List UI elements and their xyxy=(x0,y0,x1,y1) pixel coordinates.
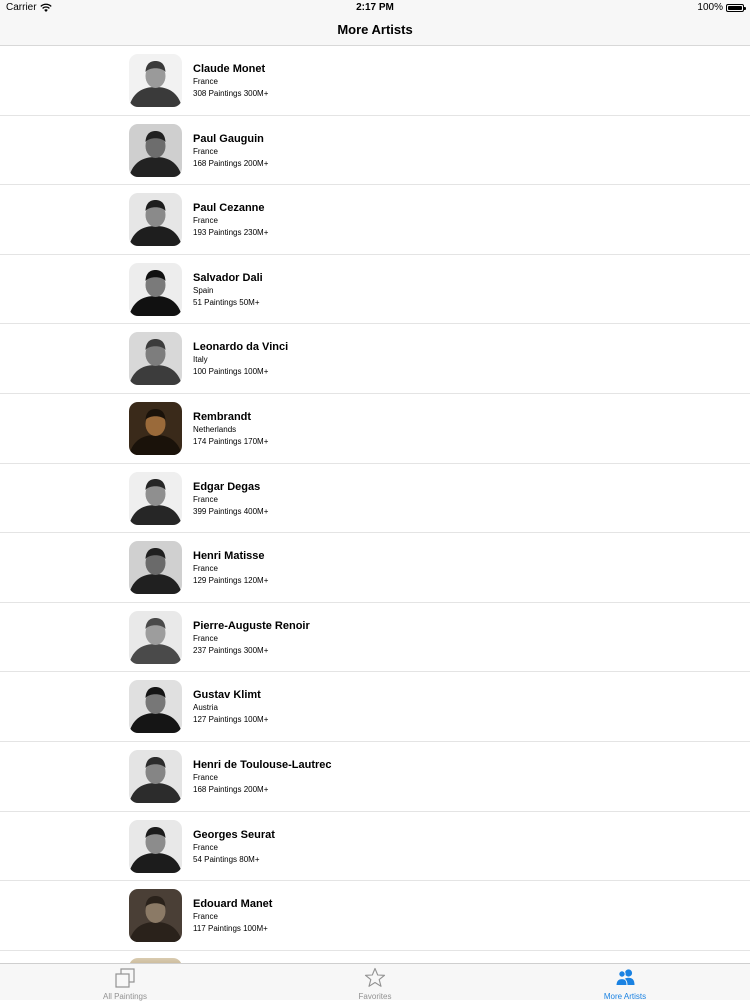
battery-percent: 100% xyxy=(697,2,723,13)
artist-row[interactable]: Pierre-Auguste Renoir France 237 Paintings… xyxy=(0,603,750,673)
artist-country: France xyxy=(193,216,218,226)
artist-row[interactable]: Rembrandt Netherlands 174 Paintings 170M+ xyxy=(0,394,750,464)
artist-portrait xyxy=(129,332,182,386)
artist-row[interactable]: Gustav Klimt Austria 127 Paintings 100M+ xyxy=(0,672,750,742)
artist-name: Georges Seurat xyxy=(193,828,275,841)
all-paintings-icon xyxy=(115,968,135,988)
artist-name: Edouard Manet xyxy=(193,898,273,911)
tab-more-artists[interactable]: More Artists xyxy=(565,967,685,1001)
artist-stats: 117 Paintings 100M+ xyxy=(193,924,268,934)
tab-favorites[interactable]: Favorites xyxy=(315,967,435,1001)
artist-row-partial[interactable] xyxy=(0,951,750,963)
artist-country: France xyxy=(193,912,218,922)
artist-list[interactable]: Claude Monet France 308 Paintings 300M+ Pau… xyxy=(0,46,750,963)
artist-stats: 54 Paintings 80M+ xyxy=(193,854,260,864)
artist-country: France xyxy=(193,633,218,643)
artist-country: France xyxy=(193,564,218,574)
artist-country: Spain xyxy=(193,285,214,295)
artist-row[interactable]: Salvador Dali Spain 51 Paintings 50M+ xyxy=(0,255,750,325)
artist-stats: 399 Paintings 400M+ xyxy=(193,506,269,516)
artist-row[interactable]: Henri Matisse France 129 Paintings 120M+ xyxy=(0,533,750,603)
status-bar: Carrier 2:17 PM 100% xyxy=(0,0,750,16)
artist-portrait xyxy=(129,262,182,316)
artist-portrait xyxy=(129,680,182,734)
status-time: 2:17 PM xyxy=(356,2,394,13)
artist-name: Henri de Toulouse-Lautrec xyxy=(193,758,332,771)
artist-stats: 129 Paintings 120M+ xyxy=(193,576,269,586)
artist-portrait xyxy=(129,889,182,943)
artist-name: Gustav Klimt xyxy=(193,689,261,702)
artist-name: Claude Monet xyxy=(193,63,266,75)
artist-row[interactable]: Henri de Toulouse-Lautrec France 168 Paint… xyxy=(0,742,750,812)
page-title: More Artists xyxy=(337,22,413,37)
artist-name: Pierre-Auguste Renoir xyxy=(193,619,310,632)
artist-name: Edgar Degas xyxy=(193,480,261,493)
artist-stats: 51 Paintings 50M+ xyxy=(193,297,260,307)
artist-portrait xyxy=(129,819,182,873)
artist-stats: 193 Paintings 230M+ xyxy=(193,228,269,238)
artist-row[interactable]: Paul Cezanne France 193 Paintings 230M+ xyxy=(0,185,750,255)
artist-stats: 100 Paintings 100M+ xyxy=(193,367,269,377)
artist-portrait xyxy=(129,749,182,803)
artist-portrait xyxy=(129,610,182,664)
artist-country: Netherlands xyxy=(193,424,237,434)
artist-country: France xyxy=(193,494,218,504)
artist-portrait xyxy=(129,54,182,107)
people-icon xyxy=(615,969,635,986)
tab-bar: All Paintings Favorites More Artists xyxy=(0,963,750,1001)
artist-row[interactable]: Paul Gauguin France 168 Paintings 200M+ xyxy=(0,116,750,186)
status-battery: 100% xyxy=(697,2,746,13)
artist-name: Leonardo da Vinci xyxy=(193,341,289,354)
artist-country: France xyxy=(193,772,218,782)
artist-country: France xyxy=(193,77,218,86)
artist-name: Rembrandt xyxy=(193,410,252,423)
artist-row[interactable]: Georges Seurat France 54 Paintings 80M+ xyxy=(0,812,750,882)
artist-row[interactable]: Edouard Manet France 117 Paintings 100M+ xyxy=(0,881,750,951)
artist-name: Salvador Dali xyxy=(193,271,263,284)
artist-stats: 168 Paintings 200M+ xyxy=(193,784,269,794)
artist-stats: 168 Paintings 200M+ xyxy=(193,158,269,168)
artist-row[interactable]: Edgar Degas France 399 Paintings 400M+ xyxy=(0,464,750,534)
artist-name: Paul Cezanne xyxy=(193,202,265,215)
artist-row[interactable]: Leonardo da Vinci Italy 100 Paintings 100M… xyxy=(0,324,750,394)
artist-stats: 237 Paintings 300M+ xyxy=(193,645,269,655)
artist-portrait xyxy=(129,401,182,455)
artist-name: Henri Matisse xyxy=(193,550,265,563)
artist-country: France xyxy=(193,842,218,852)
artist-portrait xyxy=(129,123,182,177)
artist-name: Paul Gauguin xyxy=(193,132,264,145)
artist-stats: 308 Paintings 300M+ xyxy=(193,89,269,98)
star-icon xyxy=(364,967,386,987)
artist-portrait xyxy=(129,193,182,247)
navigation-bar: More Artists xyxy=(0,16,750,46)
artist-country: Italy xyxy=(193,355,208,365)
battery-icon xyxy=(726,3,746,12)
artist-stats: 174 Paintings 170M+ xyxy=(193,436,269,446)
tab-all-paintings[interactable]: All Paintings xyxy=(65,967,185,1001)
artist-country: Austria xyxy=(193,703,218,713)
artist-portrait xyxy=(129,471,182,525)
artist-country: France xyxy=(193,146,218,156)
artist-row[interactable]: Claude Monet France 308 Paintings 300M+ xyxy=(0,46,750,116)
artist-portrait xyxy=(129,541,182,595)
artist-stats: 127 Paintings 100M+ xyxy=(193,715,269,725)
